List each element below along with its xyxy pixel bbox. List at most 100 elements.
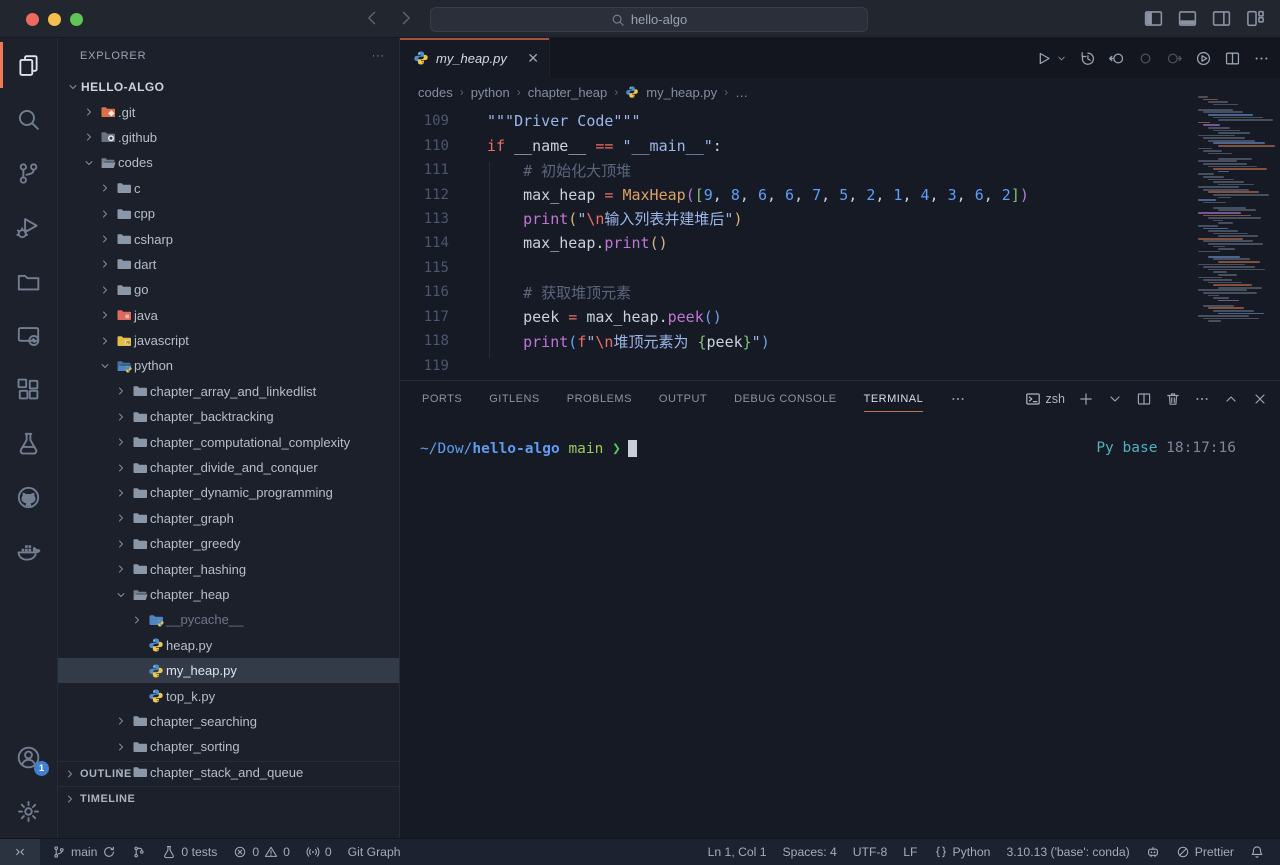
tree-item-chapter-computational-complexity[interactable]: chapter_computational_complexity [58, 429, 399, 454]
chevron-down-icon[interactable] [96, 360, 113, 372]
tree-item-javascript[interactable]: JSjavascript [58, 328, 399, 353]
terminal[interactable]: ~/Dow/hello-algo main ❯ Py base 18:17:16 [400, 416, 1280, 457]
tree-item-chapter-divide-and-conquer[interactable]: chapter_divide_and_conquer [58, 455, 399, 480]
status-cursor-position[interactable]: Ln 1, Col 1 [700, 839, 775, 865]
compare-icon[interactable] [1137, 50, 1154, 67]
zoom-window-button[interactable] [70, 13, 83, 26]
breadcrumb-item-chapter-heap[interactable]: chapter_heap [528, 85, 608, 100]
tree-item-chapter-backtracking[interactable]: chapter_backtracking [58, 404, 399, 429]
run-icon[interactable] [1035, 50, 1052, 67]
panel-tab-debug-console[interactable]: DEBUG CONSOLE [734, 381, 836, 416]
history-icon[interactable] [1079, 50, 1096, 67]
status-tests-status[interactable]: 0 tests [154, 839, 225, 865]
breadcrumb-item-[interactable]: … [735, 85, 748, 100]
chevron-right-icon[interactable] [112, 462, 129, 474]
tree-item-chapter-heap[interactable]: chapter_heap [58, 582, 399, 607]
tree-item-git[interactable]: .git [58, 99, 399, 124]
chevron-right-icon[interactable] [112, 512, 129, 524]
more-actions-icon[interactable] [950, 391, 966, 407]
activity-manage[interactable] [0, 784, 57, 838]
activity-search[interactable] [0, 92, 57, 146]
plus-icon[interactable] [1078, 391, 1094, 407]
back-button[interactable] [362, 8, 382, 28]
code-line-119[interactable]: 119 [400, 353, 1196, 377]
chevron-down-icon[interactable] [80, 157, 97, 169]
chevron-down-icon[interactable] [112, 589, 129, 601]
chevron-right-icon[interactable] [112, 741, 129, 753]
breadcrumb-item-my-heap-py[interactable]: my_heap.py [646, 85, 717, 100]
activity-docker[interactable] [0, 524, 57, 578]
status-problems-status[interactable]: 00 [225, 839, 298, 865]
code-line-113[interactable]: 113 print("\n输入列表并建堆后") [400, 207, 1196, 231]
activity-testing[interactable] [0, 416, 57, 470]
chevron-right-icon[interactable] [96, 309, 113, 321]
activity-extensions[interactable] [0, 362, 57, 416]
status-branch-status[interactable]: main [44, 839, 124, 865]
activity-github[interactable] [0, 470, 57, 524]
layout-sidebar-right-icon[interactable] [1211, 8, 1232, 29]
tree-item-github[interactable]: .github [58, 125, 399, 150]
status-repo-graph[interactable] [124, 839, 154, 865]
tree-item-java[interactable]: java [58, 303, 399, 328]
terminal-instance[interactable]: zsh [1025, 391, 1065, 407]
status-prettier[interactable]: Prettier [1168, 839, 1242, 865]
activity-accounts[interactable]: 1 [0, 730, 57, 784]
minimize-window-button[interactable] [48, 13, 61, 26]
tab-my-heap-py[interactable]: my_heap.py ✕ [400, 38, 550, 78]
tree-item-python[interactable]: python [58, 353, 399, 378]
next-change-icon[interactable] [1166, 50, 1183, 67]
chevron-right-icon[interactable] [96, 284, 113, 296]
breadcrumb-item-python[interactable]: python [471, 85, 510, 100]
tree-item-go[interactable]: go [58, 277, 399, 302]
code-line-117[interactable]: 117 peek = max_heap.peek() [400, 305, 1196, 329]
gitlens-run-icon[interactable] [1195, 50, 1212, 67]
chevron-right-icon[interactable] [96, 258, 113, 270]
code-line-109[interactable]: 109"""Driver Code""" [400, 109, 1196, 133]
tree-item-dart[interactable]: dart [58, 252, 399, 277]
close-window-button[interactable] [26, 13, 39, 26]
tree-item-top-k-py[interactable]: top_k.py [58, 683, 399, 708]
code-line-115[interactable]: 115 [400, 256, 1196, 280]
panel-tab-gitlens[interactable]: GITLENS [489, 381, 540, 416]
tree-item-chapter-hashing[interactable]: chapter_hashing [58, 556, 399, 581]
more-actions-icon[interactable] [1253, 50, 1270, 67]
status-eol[interactable]: LF [895, 839, 925, 865]
status-notifications[interactable] [1242, 839, 1272, 865]
layout-customize-icon[interactable] [1245, 8, 1266, 29]
status-python-interpreter[interactable]: 3.10.13 ('base': conda) [998, 839, 1137, 865]
status-language-mode[interactable]: Python [926, 839, 999, 865]
chevron-right-icon[interactable] [96, 335, 113, 347]
chevron-right-icon[interactable] [128, 614, 145, 626]
tree-item-chapter-dynamic-programming[interactable]: chapter_dynamic_programming [58, 480, 399, 505]
close-icon[interactable] [1252, 391, 1268, 407]
status-copilot[interactable] [1138, 839, 1168, 865]
status-ports-status[interactable]: 0 [298, 839, 340, 865]
code-line-114[interactable]: 114 max_heap.print() [400, 231, 1196, 255]
chevron-right-icon[interactable] [80, 131, 97, 143]
activity-run-and-debug[interactable] [0, 200, 57, 254]
chevron-right-icon[interactable] [112, 411, 129, 423]
chevron-right-icon[interactable] [80, 106, 97, 118]
status-encoding[interactable]: UTF-8 [845, 839, 896, 865]
chevron-down-icon[interactable] [1064, 53, 1067, 64]
status-indentation[interactable]: Spaces: 4 [775, 839, 845, 865]
command-center-search[interactable]: hello-algo [430, 7, 868, 32]
tree-item-my-heap-py[interactable]: my_heap.py [58, 658, 399, 683]
code-line-118[interactable]: 118 print(f"\n堆顶元素为 {peek}") [400, 329, 1196, 353]
tree-item-codes[interactable]: codes [58, 150, 399, 175]
chevron-right-icon[interactable] [96, 182, 113, 194]
code-editor[interactable]: 109"""Driver Code"""110if __name__ == "_… [400, 106, 1196, 380]
code-line-112[interactable]: 112 max_heap = MaxHeap([9, 8, 6, 6, 7, 5… [400, 182, 1196, 206]
breadcrumb-item-codes[interactable]: codes [418, 85, 453, 100]
chevron-right-icon[interactable] [112, 538, 129, 550]
activity-project-manager[interactable] [0, 254, 57, 308]
chevron-right-icon[interactable] [112, 563, 129, 575]
activity-remote-explorer[interactable] [0, 308, 57, 362]
tree-item-heap-py[interactable]: heap.py [58, 633, 399, 658]
section-timeline[interactable]: TIMELINE [58, 786, 399, 811]
chevron-down-icon[interactable] [64, 81, 81, 93]
chevron-right-icon[interactable] [112, 487, 129, 499]
chevron-right-icon[interactable] [96, 233, 113, 245]
chevron-down-icon[interactable] [1107, 391, 1123, 407]
chevron-right-icon[interactable] [112, 436, 129, 448]
